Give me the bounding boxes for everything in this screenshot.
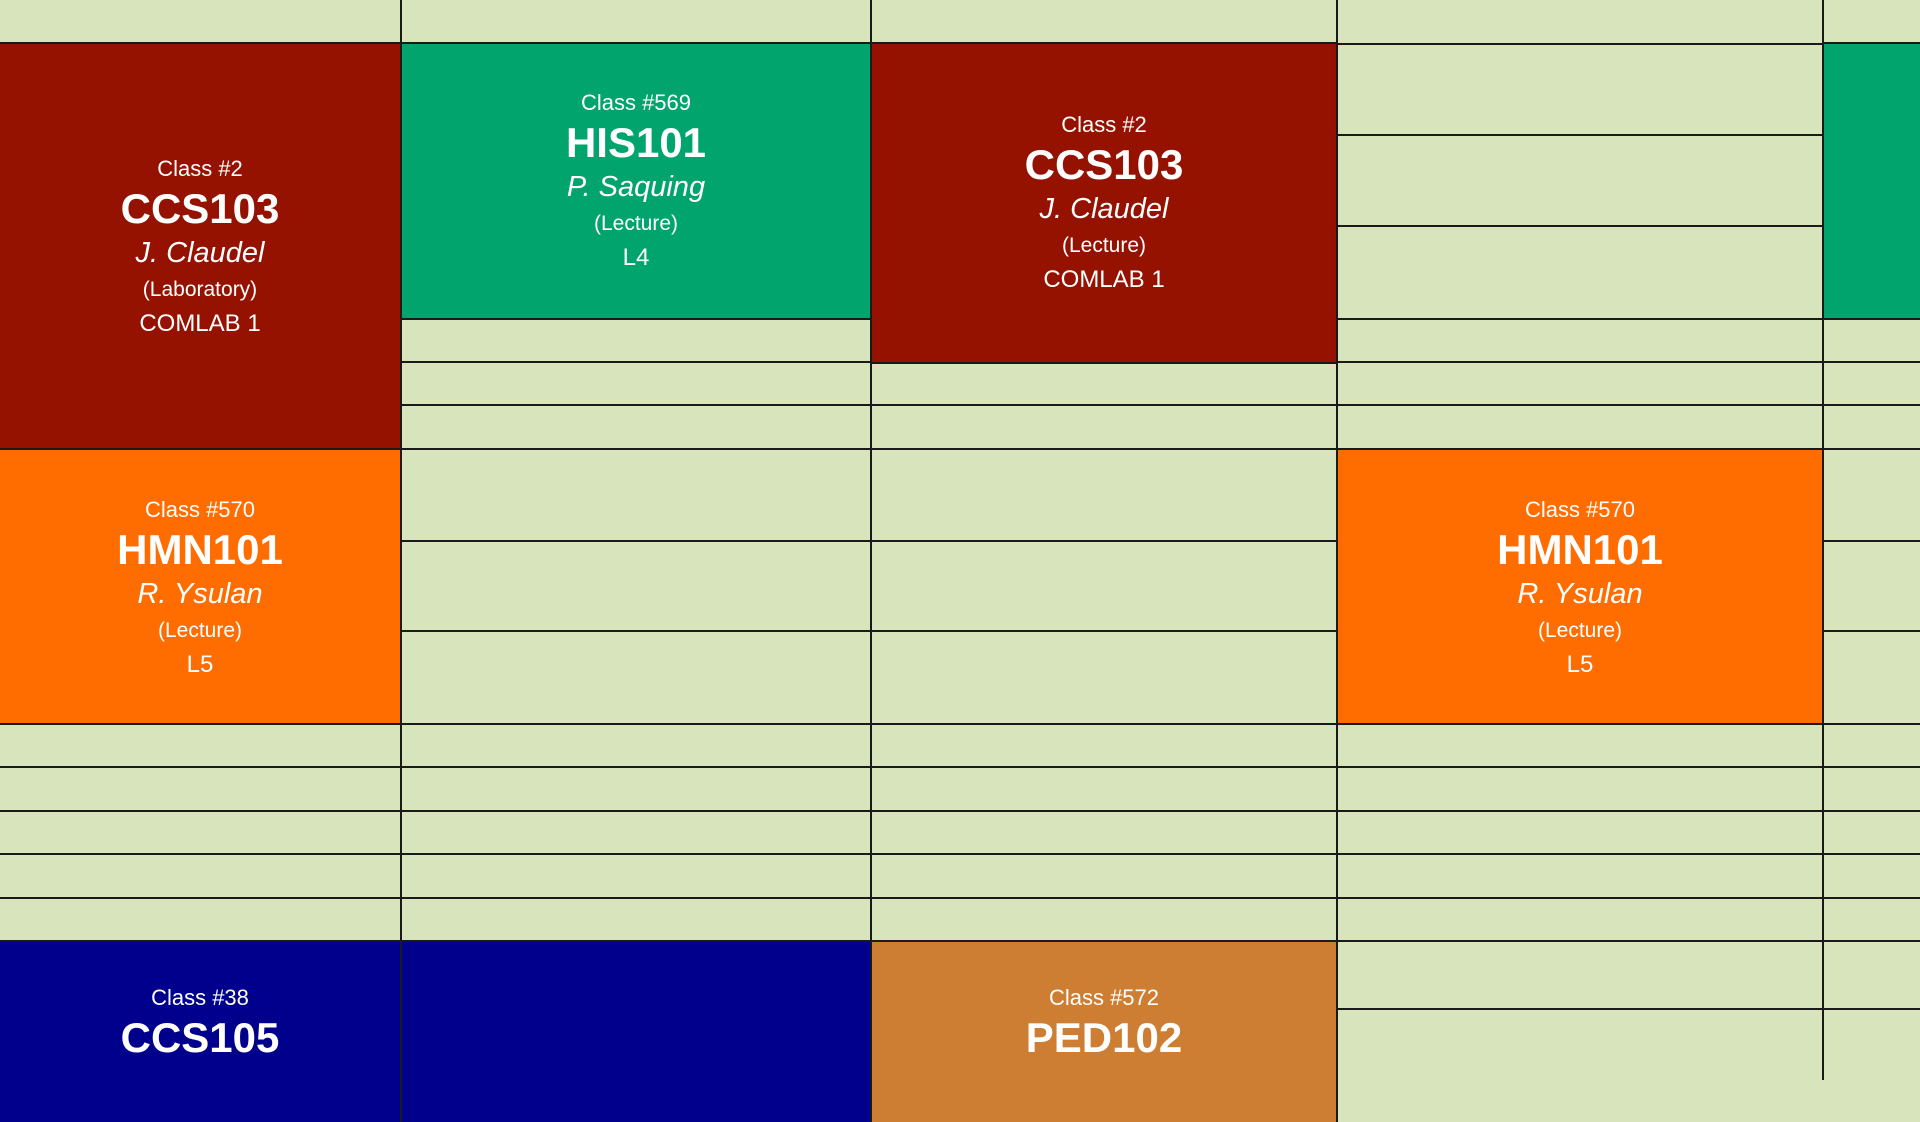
row-divider: [400, 540, 1336, 542]
class-block-ped102[interactable]: Class #572 PED102: [870, 940, 1338, 1122]
teacher-name: P. Saquing: [566, 171, 706, 203]
course-code: HIS101: [565, 119, 707, 166]
room-label: L5: [186, 650, 214, 678]
row-divider: [1336, 1008, 1920, 1010]
class-block-ccs105[interactable]: Class #38 CCS105: [0, 940, 402, 1122]
room-label: L4: [622, 244, 650, 271]
class-block-hmn101[interactable]: Class #570 HMN101 R. Ysulan (Lecture) L5: [0, 448, 402, 725]
class-kind: (Lecture): [1061, 234, 1147, 257]
row-divider: [0, 897, 1920, 899]
row-divider: [0, 810, 1920, 812]
class-block-his101[interactable]: Class #569 HIS101 P. Saquing (Lecture) L…: [400, 42, 872, 320]
row-divider: [400, 630, 1336, 632]
class-block-hmn101[interactable]: Class #570 HMN101 R. Ysulan (Lecture) L5: [1336, 448, 1824, 725]
course-code: PED102: [1025, 1014, 1183, 1061]
room-label: L5: [1566, 650, 1594, 678]
class-kind: (Lecture): [1537, 618, 1623, 642]
class-number: Class #572: [1048, 985, 1160, 1010]
row-divider: [0, 853, 1920, 855]
row-divider: [1336, 134, 1822, 136]
class-block-partial-right[interactable]: [1822, 42, 1920, 320]
class-number: Class #38: [151, 985, 249, 1010]
class-number: Class #570: [144, 496, 256, 522]
row-divider: [400, 404, 1920, 406]
teacher-name: J. Claudel: [135, 237, 265, 269]
course-code: CCS103: [1024, 141, 1184, 188]
teacher-name: J. Claudel: [1039, 193, 1169, 225]
teacher-name: R. Ysulan: [1517, 577, 1643, 610]
schedule-grid: Class #2 CCS103 J. Claudel (Laboratory) …: [0, 0, 1920, 1122]
class-kind: (Lecture): [157, 618, 243, 642]
course-code: CCS103: [120, 185, 280, 232]
course-code: HMN101: [1497, 525, 1663, 573]
teacher-name: R. Ysulan: [137, 577, 263, 610]
row-divider: [0, 723, 1920, 725]
room-label: COMLAB 1: [1043, 266, 1165, 293]
course-code: CCS105: [120, 1014, 280, 1061]
class-number: Class #2: [157, 156, 243, 181]
room-label: COMLAB 1: [139, 310, 261, 337]
class-number: Class #570: [1524, 496, 1636, 522]
class-block-ccs105-continuation[interactable]: [400, 940, 872, 1122]
row-divider: [1822, 630, 1920, 632]
class-block-ccs103-lecture[interactable]: Class #2 CCS103 J. Claudel (Lecture) COM…: [870, 42, 1338, 364]
row-divider: [0, 766, 1920, 768]
class-block-ccs103-lab[interactable]: Class #2 CCS103 J. Claudel (Laboratory) …: [0, 42, 402, 450]
course-code: HMN101: [117, 525, 283, 573]
class-kind: (Laboratory): [142, 278, 258, 301]
row-divider: [1822, 540, 1920, 542]
class-number: Class #569: [580, 90, 692, 115]
class-number: Class #2: [1061, 112, 1147, 137]
row-divider: [1336, 225, 1822, 227]
class-kind: (Lecture): [593, 212, 679, 235]
